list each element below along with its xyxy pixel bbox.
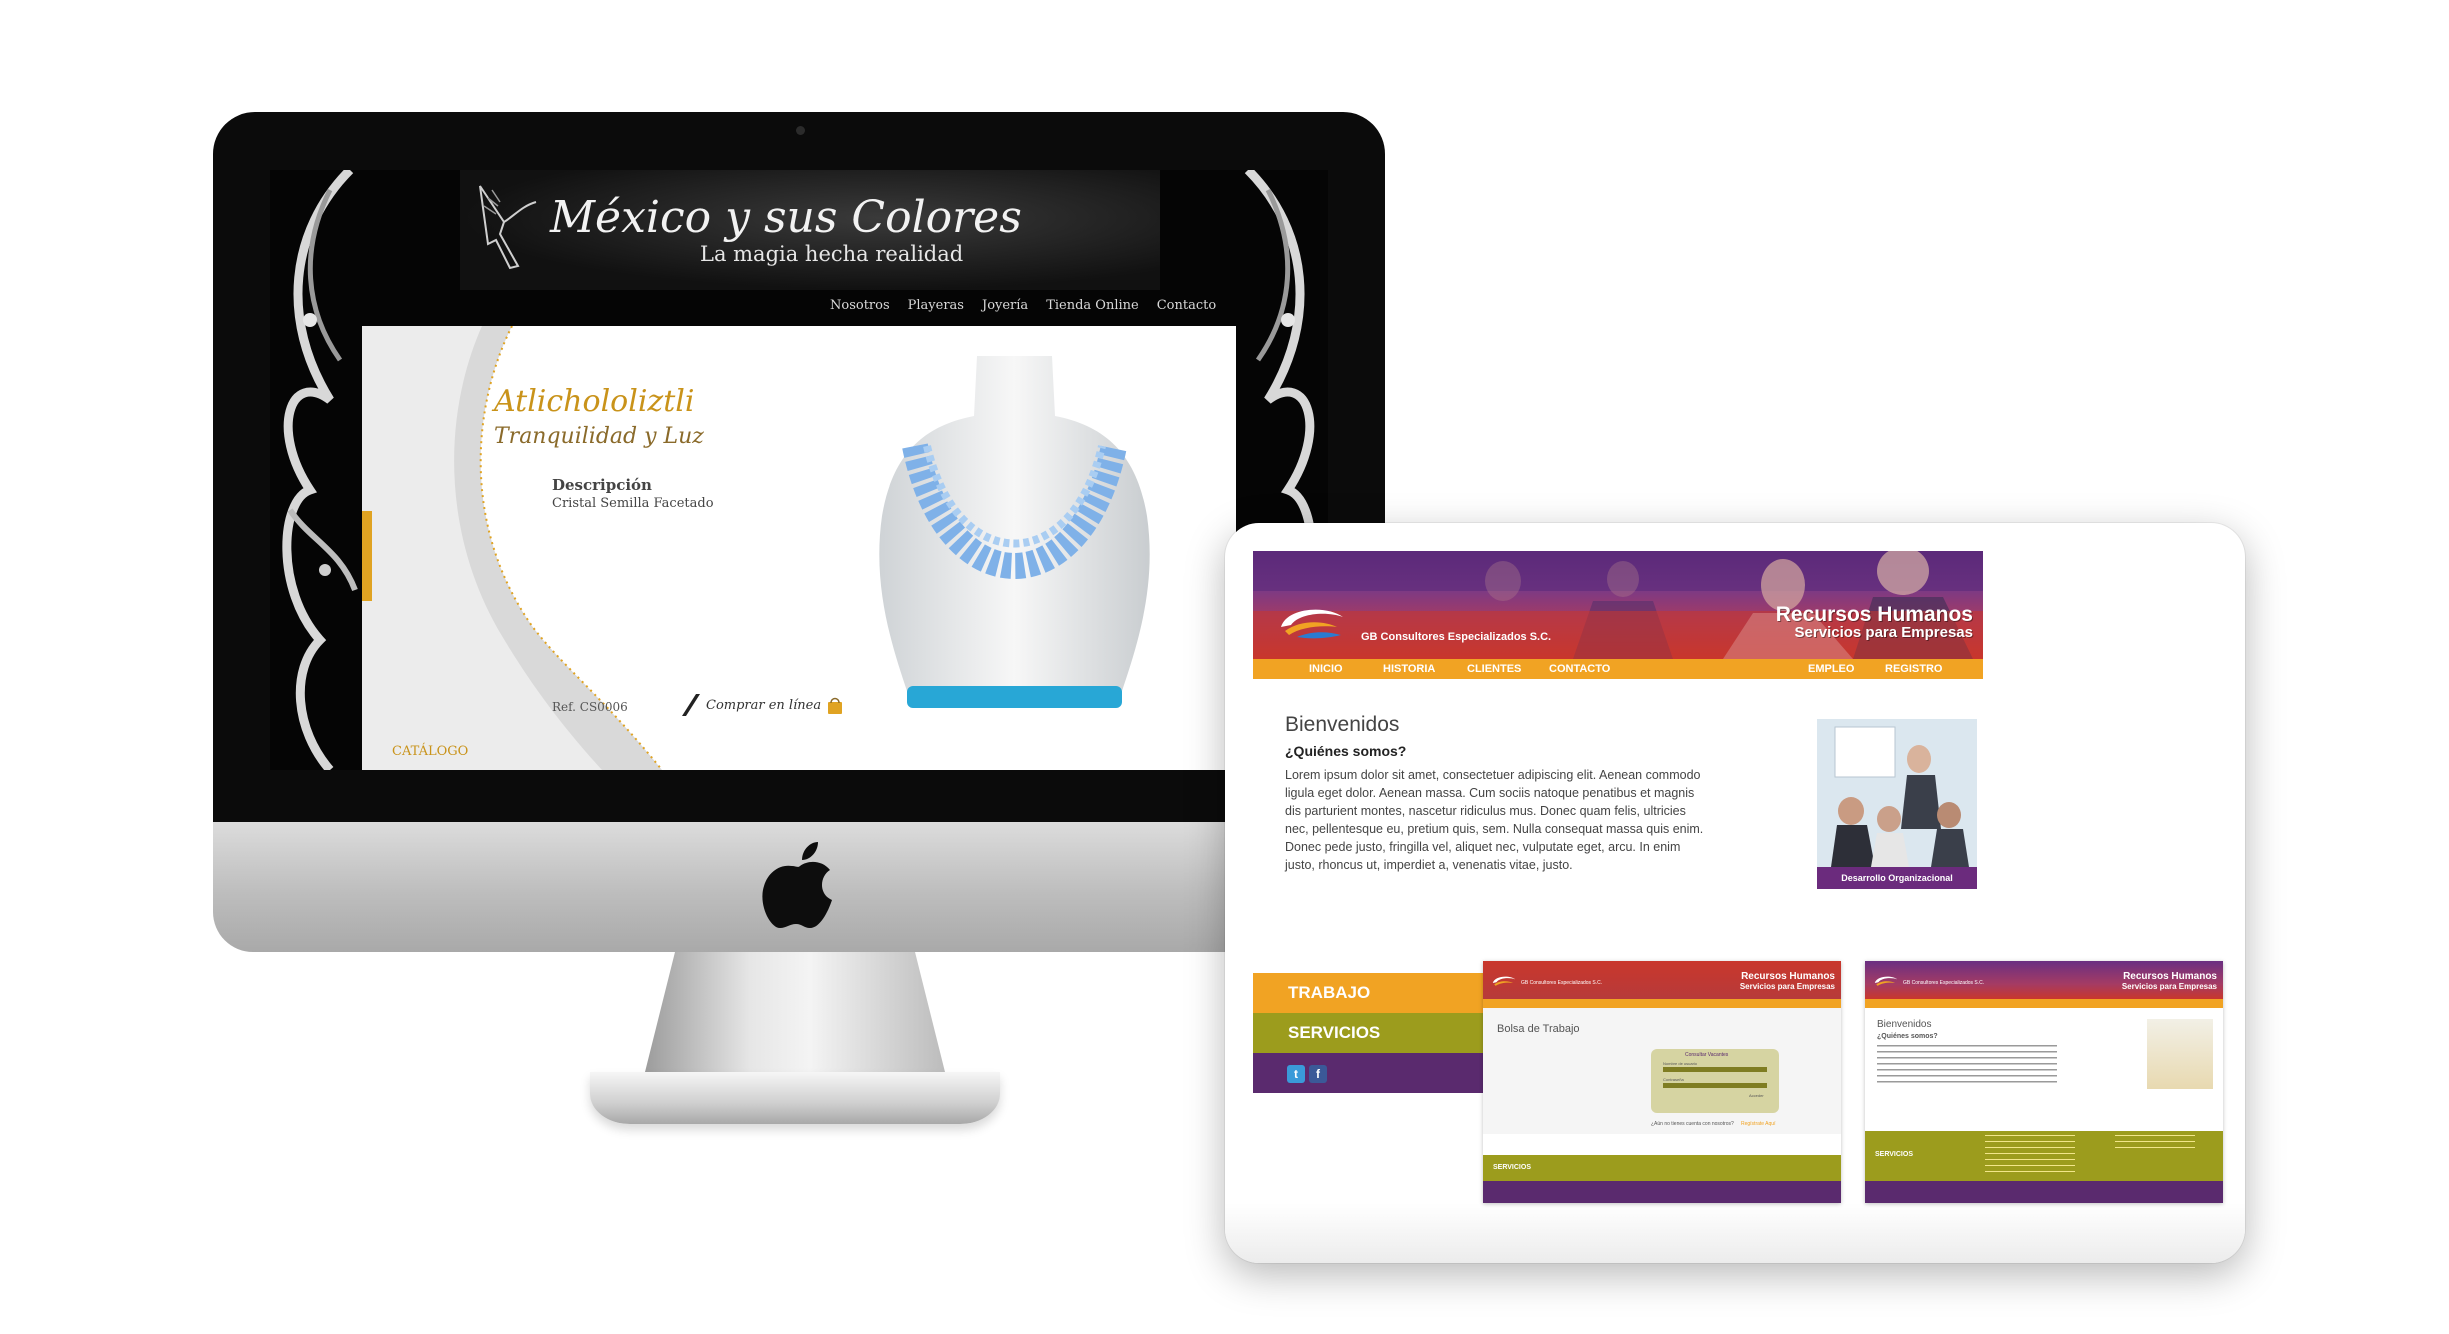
- site-title: México y sus Colores: [550, 192, 1022, 243]
- company-name: GB Consultores Especializados S.C.: [1361, 631, 1552, 643]
- description-label: Descripción: [552, 476, 652, 494]
- login-submit[interactable]: Acceder: [1749, 1093, 1764, 1098]
- mini-footer-olive: SERVICIOS: [1483, 1155, 1841, 1181]
- mini-subheading: ¿Quiénes somos?: [1877, 1033, 1938, 1040]
- nav-historia[interactable]: HISTORIA: [1383, 663, 1435, 675]
- left-ornament: [270, 170, 362, 770]
- gb-logo-icon: [1281, 609, 1343, 639]
- nav-joyeria[interactable]: Joyería: [982, 298, 1028, 320]
- buy-online-button[interactable]: Comprar en línea: [682, 692, 843, 718]
- side-tab[interactable]: [362, 511, 372, 601]
- site-tagline: La magia hecha realidad: [700, 242, 964, 266]
- imac-screen: México y sus Colores La magia hecha real…: [270, 170, 1328, 770]
- tablet-floor-shade: [1225, 1203, 2245, 1263]
- tablet-frame: GB Consultores Especializados S.C. Recur…: [1225, 523, 2245, 1263]
- mini-footer-label: SERVICIOS: [1493, 1164, 1531, 1171]
- hummingbird-icon: [479, 185, 537, 270]
- mini-screenshot-bolsa: GB Consultores Especializados S.C. Recur…: [1483, 961, 1841, 1203]
- mini-footer-purple: [1865, 1181, 2223, 1203]
- site-header: México y sus Colores La magia hecha real…: [460, 170, 1160, 290]
- mini-footer-links: [1985, 1135, 2075, 1175]
- login-box-title: Consultar Vacantes: [1685, 1052, 1729, 1058]
- mini-body-lines: [1877, 1045, 2057, 1085]
- mini-logo-icon: [1874, 976, 1898, 986]
- nav-inicio[interactable]: INICIO: [1309, 663, 1343, 675]
- sidebar-trabajo[interactable]: TRABAJO: [1253, 973, 1483, 1013]
- mini-company: GB Consultores Especializados S.C.: [1903, 980, 1985, 986]
- imac-stand-neck: [645, 952, 945, 1072]
- shopping-bag-icon: [828, 697, 843, 714]
- meeting-image: [1817, 719, 1977, 867]
- nav-registro[interactable]: REGISTRO: [1885, 663, 1942, 675]
- mini-header: GB Consultores Especializados S.C. Recur…: [1483, 961, 1841, 999]
- meeting-photo[interactable]: Desarrollo Organizacional: [1817, 719, 1977, 889]
- nav-clientes[interactable]: CLIENTES: [1467, 663, 1521, 675]
- mini-hero-title: Recursos Humanos: [1741, 971, 1835, 982]
- description-text: Cristal Semilla Facetado: [552, 496, 714, 511]
- necklace-product-image: [879, 356, 1150, 708]
- apple-logo-icon: [762, 842, 832, 928]
- mini-photo: [2147, 1019, 2213, 1089]
- nav-nosotros[interactable]: Nosotros: [830, 298, 890, 320]
- mini-heading: Bienvenidos: [1877, 1019, 1932, 1030]
- product-subtitle: Tranquilidad y Luz: [494, 424, 704, 449]
- imac-stand-foot: [590, 1072, 1000, 1124]
- mini-footer-purple: [1483, 1181, 1841, 1203]
- body-text: Lorem ipsum dolor sit amet, consectetuer…: [1285, 768, 1704, 872]
- buy-online-label: Comprar en línea: [706, 697, 822, 713]
- mini-hero-title: Recursos Humanos: [2123, 971, 2217, 982]
- login-user-input[interactable]: [1663, 1067, 1767, 1072]
- nav-empleo[interactable]: EMPLEO: [1808, 663, 1854, 675]
- register-prompt: ¿Aún no tienes cuenta con nosotros?: [1651, 1121, 1734, 1127]
- login-pass-input[interactable]: [1663, 1083, 1767, 1088]
- product-ref: Ref. CS0006: [552, 700, 628, 714]
- mini-heading: Bolsa de Trabajo: [1497, 1023, 1580, 1035]
- nav-playeras[interactable]: Playeras: [908, 298, 964, 320]
- product-name: Atlichololiztli: [494, 384, 695, 419]
- sidebar-servicios[interactable]: SERVICIOS: [1253, 1013, 1483, 1053]
- mini-footer-links-2: [2115, 1135, 2195, 1149]
- nav-tienda-online[interactable]: Tienda Online: [1046, 298, 1139, 320]
- gb-header: GB Consultores Especializados S.C. Recur…: [1253, 551, 1983, 659]
- social-bar: t f: [1253, 1053, 1483, 1093]
- mini-screenshot-home: GB Consultores Especializados S.C. Recur…: [1865, 961, 2223, 1203]
- gb-nav: INICIO HISTORIA CLIENTES CONTACTO EMPLEO…: [1253, 659, 1983, 679]
- twitter-icon[interactable]: t: [1287, 1065, 1305, 1083]
- mini-footer-label: SERVICIOS: [1875, 1151, 1913, 1158]
- nav-contacto[interactable]: Contacto: [1157, 298, 1216, 320]
- login-box: Consultar Vacantes Nombre de usuario Con…: [1651, 1049, 1779, 1113]
- mini-header: GB Consultores Especializados S.C. Recur…: [1865, 961, 2223, 999]
- sidebar-trabajo-label: TRABAJO: [1288, 983, 1371, 1002]
- who-heading: ¿Quiénes somos?: [1285, 743, 1407, 759]
- photo-caption: Desarrollo Organizacional: [1817, 867, 1977, 889]
- hero-subtitle: Servicios para Empresas: [1794, 624, 1973, 641]
- mini-nav: [1865, 999, 2223, 1008]
- mini-footer-olive: SERVICIOS: [1865, 1131, 2223, 1181]
- facebook-icon[interactable]: f: [1309, 1065, 1327, 1083]
- catalog-link[interactable]: CATÁLOGO: [392, 744, 468, 759]
- mini-nav: [1483, 999, 1841, 1008]
- mini-hero-subtitle: Servicios para Empresas: [2121, 982, 2217, 991]
- login-user-label: Nombre de usuario: [1663, 1061, 1698, 1066]
- mini-hero-subtitle: Servicios para Empresas: [1739, 982, 1835, 991]
- sidebar-servicios-label: SERVICIOS: [1288, 1023, 1381, 1042]
- welcome-heading: Bienvenidos: [1285, 713, 1400, 736]
- nav-contacto[interactable]: CONTACTO: [1549, 663, 1610, 675]
- site-nav: Nosotros Playeras Joyería Tienda Online …: [830, 298, 1216, 320]
- camera-dot: [796, 126, 805, 135]
- slash-icon: [682, 694, 700, 716]
- mini-company: GB Consultores Especializados S.C.: [1521, 980, 1603, 986]
- product-panel: Atlichololiztli Tranquilidad y Luz Descr…: [362, 326, 1236, 770]
- register-link[interactable]: Regístrate Aquí: [1741, 1121, 1775, 1127]
- login-pass-label: Contraseña: [1663, 1077, 1684, 1082]
- mini-logo-icon: [1492, 976, 1516, 986]
